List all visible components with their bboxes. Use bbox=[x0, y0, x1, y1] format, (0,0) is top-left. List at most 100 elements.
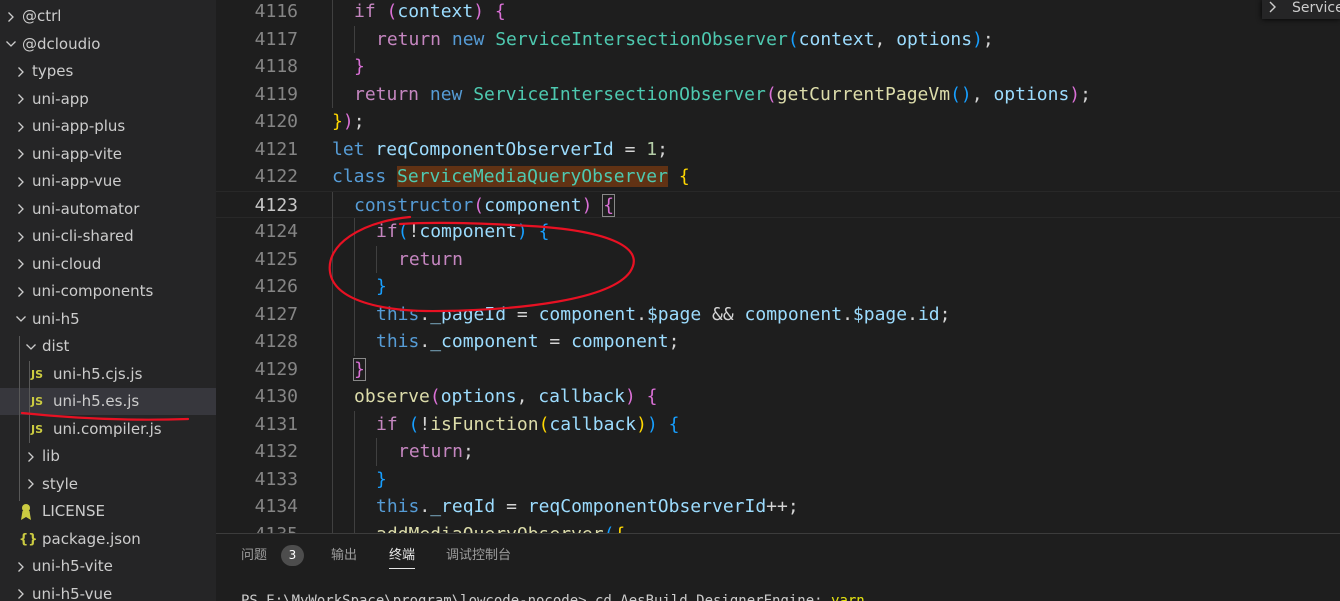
tree-folder[interactable]: uni-h5-vue bbox=[0, 581, 216, 601]
code-token: ) bbox=[581, 194, 593, 216]
indent-guide bbox=[354, 273, 355, 301]
chevron-down-icon[interactable] bbox=[14, 306, 28, 333]
tree-folder[interactable]: @ctrl bbox=[0, 3, 216, 30]
chevron-right-icon[interactable] bbox=[14, 251, 28, 278]
line-number: 4127 bbox=[254, 303, 298, 325]
chevron-right-icon[interactable] bbox=[14, 553, 28, 580]
code-line[interactable]: 4127 this._pageId = component.$page && co… bbox=[216, 300, 1340, 328]
chevron-right-icon[interactable] bbox=[4, 3, 18, 30]
tree-file[interactable]: JS uni-h5.es.js bbox=[0, 388, 216, 415]
tree-folder[interactable]: dist bbox=[0, 333, 216, 360]
tree-file[interactable]: JS uni-h5.cjs.js bbox=[0, 361, 216, 388]
chevron-right-icon[interactable] bbox=[14, 581, 28, 601]
tree-folder[interactable]: uni-app-vue bbox=[0, 168, 216, 195]
tab-problems[interactable]: 问题 bbox=[241, 546, 267, 568]
code-token: { bbox=[668, 413, 680, 435]
code-line[interactable]: 4132 return; bbox=[216, 438, 1340, 466]
code-token: component bbox=[571, 331, 669, 352]
code-line[interactable]: 4123 constructor(component) { bbox=[216, 190, 1340, 219]
code-line[interactable]: 4121 let reqComponentObserverId = 1; bbox=[216, 136, 1340, 164]
chevron-down-icon[interactable] bbox=[4, 31, 18, 58]
indent-guide bbox=[332, 300, 333, 328]
chevron-right-icon[interactable] bbox=[24, 471, 38, 498]
code-token: ) bbox=[636, 413, 647, 435]
code-editor[interactable]: Service 4116 if (context) {4117 return new… bbox=[216, 0, 1340, 533]
code-line[interactable]: 4126} bbox=[216, 273, 1340, 301]
indent-guide bbox=[376, 245, 377, 273]
tree-folder[interactable]: uni-cloud bbox=[0, 251, 216, 278]
code-line[interactable]: 4133} bbox=[216, 465, 1340, 493]
tree-folder[interactable]: uni-components bbox=[0, 278, 216, 305]
code-line[interactable]: 4120}); bbox=[216, 108, 1340, 136]
code-token: options bbox=[440, 386, 517, 407]
tree-folder[interactable]: lib bbox=[0, 443, 216, 470]
tree-folder[interactable]: uni-app-plus bbox=[0, 113, 216, 140]
line-number: 4128 bbox=[254, 331, 298, 352]
chevron-right-icon[interactable] bbox=[24, 443, 38, 470]
terminal-output-line[interactable]: PS E:\MyWorkSpace\program\lowcode-nocode… bbox=[241, 592, 865, 601]
code-line[interactable]: 4116 if (context) { bbox=[216, 0, 1340, 26]
tree-item-label: uni-h5-vue bbox=[32, 584, 113, 601]
tree-item-label: style bbox=[42, 474, 78, 493]
indent-guide bbox=[332, 273, 333, 301]
tree-item-label: dist bbox=[42, 337, 70, 355]
indent-guide bbox=[354, 300, 355, 328]
code-token: , bbox=[516, 386, 539, 407]
code-token: ) bbox=[646, 413, 658, 435]
chevron-right-icon[interactable] bbox=[14, 278, 28, 305]
code-token: . bbox=[419, 331, 431, 352]
tree-folder[interactable]: types bbox=[0, 58, 216, 85]
indent-guide bbox=[332, 218, 333, 246]
code-line[interactable]: 4129} bbox=[216, 355, 1340, 383]
tree-file[interactable]: LICENSE bbox=[0, 498, 216, 525]
code-token: ( bbox=[408, 413, 420, 435]
tree-folder[interactable]: uni-h5-vite bbox=[0, 553, 216, 580]
code-line[interactable]: 4125 return bbox=[216, 245, 1340, 273]
code-token: { bbox=[494, 1, 506, 22]
tree-file[interactable]: JS uni.compiler.js bbox=[0, 416, 216, 443]
tree-item-label: uni-app-plus bbox=[32, 117, 126, 135]
tree-file[interactable]: {} package.json bbox=[0, 526, 216, 553]
tab-terminal[interactable]: 终端 bbox=[389, 546, 416, 569]
chevron-right-icon[interactable] bbox=[14, 86, 28, 113]
code-line[interactable]: 4134 this._reqId = reqComponentObserverId… bbox=[216, 493, 1340, 521]
chevron-right-icon[interactable] bbox=[14, 196, 28, 223]
code-line[interactable]: 4118} bbox=[216, 53, 1340, 81]
chevron-right-icon[interactable] bbox=[14, 223, 28, 250]
code-token: $page bbox=[646, 303, 702, 325]
tree-folder[interactable]: uni-cli-shared bbox=[0, 223, 216, 250]
code-token: _reqId bbox=[430, 496, 496, 517]
code-token: component bbox=[484, 194, 582, 216]
code-token: id bbox=[917, 303, 940, 325]
line-number: 4123 bbox=[254, 194, 298, 216]
chevron-right-icon[interactable] bbox=[14, 141, 28, 168]
code-text: if (context) { bbox=[354, 0, 506, 26]
tree-folder[interactable]: uni-app bbox=[0, 86, 216, 113]
code-line[interactable]: 4124 if(!component) { bbox=[216, 218, 1340, 246]
tab-debug-console[interactable]: 调试控制台 bbox=[446, 546, 511, 568]
code-text: if (!isFunction(callback)) { bbox=[376, 411, 680, 439]
tab-output[interactable]: 输出 bbox=[331, 546, 357, 568]
tree-folder[interactable]: style bbox=[0, 471, 216, 498]
tree-folder[interactable]: uni-h5 bbox=[0, 306, 216, 333]
code-line[interactable]: 4117 return new ServiceIntersectionObserv… bbox=[216, 25, 1340, 53]
code-line[interactable]: 4122 class ServiceMediaQueryObserver { bbox=[216, 163, 1340, 191]
code-token: , bbox=[874, 28, 897, 50]
code-text: addMediaQueryObserver({ bbox=[376, 521, 625, 534]
chevron-right-icon[interactable] bbox=[14, 58, 28, 85]
line-number: 4129 bbox=[254, 358, 298, 380]
code-line[interactable]: 4131 if (!isFunction(callback)) { bbox=[216, 410, 1340, 439]
code-token: . bbox=[636, 303, 647, 325]
chevron-down-icon[interactable] bbox=[24, 333, 38, 360]
code-line[interactable]: 4130 observe(options, callback) { bbox=[216, 383, 1340, 411]
code-token: this bbox=[376, 331, 420, 352]
tree-folder[interactable]: @dcloudio bbox=[0, 31, 216, 58]
code-line[interactable]: 4128 this._component = component; bbox=[216, 328, 1340, 356]
code-line[interactable]: 4119 return new ServiceIntersectionObserv… bbox=[216, 80, 1340, 108]
chevron-right-icon[interactable] bbox=[14, 168, 28, 195]
chevron-right-icon[interactable] bbox=[14, 113, 28, 140]
tree-folder[interactable]: uni-automator bbox=[0, 196, 216, 223]
tree-folder[interactable]: uni-app-vite bbox=[0, 141, 216, 168]
code-line[interactable]: 4135 addMediaQueryObserver({ bbox=[216, 520, 1340, 534]
